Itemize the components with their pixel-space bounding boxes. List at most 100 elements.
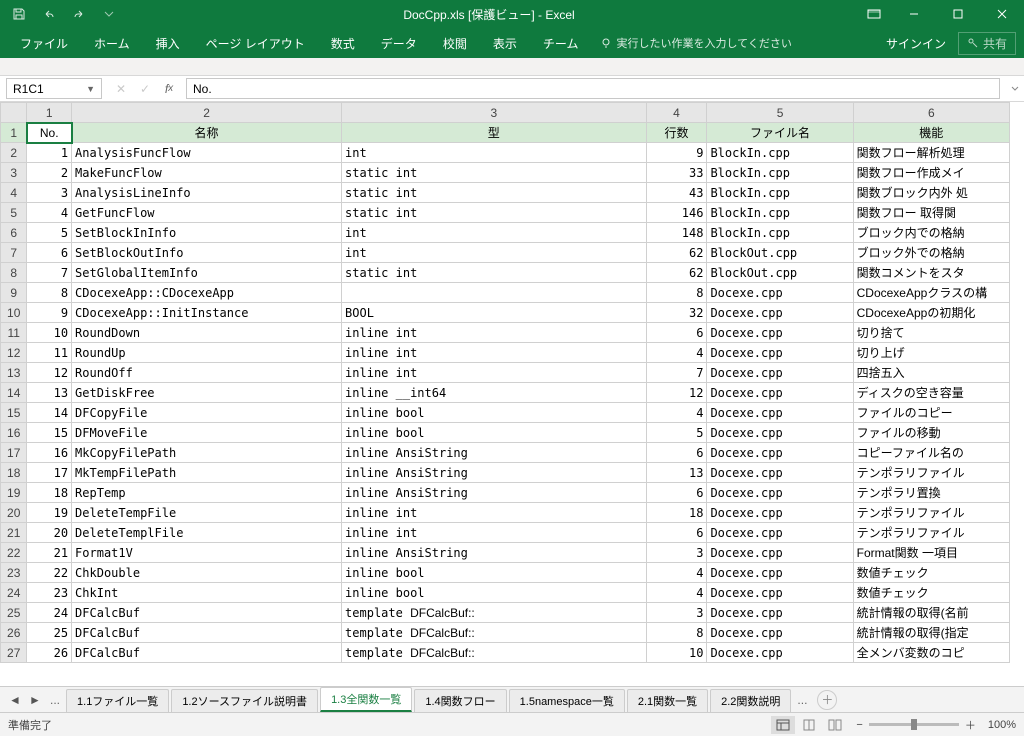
cell-name[interactable]: RepTemp: [72, 483, 342, 503]
cell-name[interactable]: SetBlockInInfo: [72, 223, 342, 243]
col-header-3[interactable]: 3: [342, 103, 647, 123]
cell-name[interactable]: DFCopyFile: [72, 403, 342, 423]
cell-desc[interactable]: 関数フロー 取得関: [853, 203, 1009, 223]
cell-name[interactable]: MakeFuncFlow: [72, 163, 342, 183]
cell-file[interactable]: Docexe.cpp: [707, 323, 853, 343]
row-header-18[interactable]: 18: [1, 463, 27, 483]
cell-file[interactable]: Docexe.cpp: [707, 623, 853, 643]
cell-type[interactable]: int: [342, 143, 647, 163]
cell-desc[interactable]: ディスクの空き容量: [853, 383, 1009, 403]
sheet-tab[interactable]: 1.4関数フロー: [414, 689, 506, 712]
cell-lines[interactable]: 4: [646, 343, 707, 363]
cell-name[interactable]: DFCalcBuf: [72, 603, 342, 623]
signin-link[interactable]: サインイン: [886, 35, 946, 52]
select-all-corner[interactable]: [1, 103, 27, 123]
cell-name[interactable]: Format1V: [72, 543, 342, 563]
cell-desc[interactable]: コピーファイル名の: [853, 443, 1009, 463]
row-header-11[interactable]: 11: [1, 323, 27, 343]
cell-no[interactable]: 18: [27, 483, 72, 503]
formula-expand-icon[interactable]: [1006, 76, 1024, 101]
cell-lines[interactable]: 146: [646, 203, 707, 223]
cell-desc[interactable]: テンポラリファイル: [853, 463, 1009, 483]
row-header-20[interactable]: 20: [1, 503, 27, 523]
row-header-19[interactable]: 19: [1, 483, 27, 503]
view-page-break-icon[interactable]: [823, 716, 847, 734]
table-row[interactable]: 2726DFCalcBuftemplate DFCalcBuf::10Docex…: [1, 643, 1010, 663]
cell-lines[interactable]: 6: [646, 323, 707, 343]
cell-desc[interactable]: テンポラリファイル: [853, 503, 1009, 523]
row-header-16[interactable]: 16: [1, 423, 27, 443]
cell-type[interactable]: inline int: [342, 503, 647, 523]
cell-desc[interactable]: ファイルの移動: [853, 423, 1009, 443]
header-cell-3[interactable]: 行数: [646, 123, 707, 143]
cell-name[interactable]: DeleteTemplFile: [72, 523, 342, 543]
cell-type[interactable]: BOOL: [342, 303, 647, 323]
sheet-overflow-left[interactable]: ...: [46, 693, 64, 707]
row-header-24[interactable]: 24: [1, 583, 27, 603]
cell-name[interactable]: RoundOff: [72, 363, 342, 383]
cell-type[interactable]: int: [342, 223, 647, 243]
close-icon[interactable]: [980, 0, 1024, 28]
cell-desc[interactable]: Format関数 一項目: [853, 543, 1009, 563]
cell-lines[interactable]: 62: [646, 243, 707, 263]
cell-type[interactable]: inline bool: [342, 563, 647, 583]
table-row[interactable]: 76SetBlockOutInfoint62BlockOut.cppブロック外で…: [1, 243, 1010, 263]
cell-lines[interactable]: 13: [646, 463, 707, 483]
cell-name[interactable]: RoundUp: [72, 343, 342, 363]
zoom-value[interactable]: 100%: [988, 719, 1016, 731]
table-row[interactable]: 1716MkCopyFilePathinline AnsiString6Doce…: [1, 443, 1010, 463]
row-header-1[interactable]: 1: [1, 123, 27, 143]
cell-no[interactable]: 19: [27, 503, 72, 523]
table-row[interactable]: 54GetFuncFlowstatic int146BlockIn.cpp関数フ…: [1, 203, 1010, 223]
tab-layout[interactable]: ページ レイアウト: [194, 29, 317, 58]
maximize-icon[interactable]: [936, 0, 980, 28]
chevron-down-icon[interactable]: ▼: [86, 84, 95, 94]
cell-name[interactable]: DFMoveFile: [72, 423, 342, 443]
cell-lines[interactable]: 4: [646, 583, 707, 603]
cell-lines[interactable]: 6: [646, 483, 707, 503]
cell-lines[interactable]: 148: [646, 223, 707, 243]
spreadsheet-table[interactable]: 1234561No.名称型行数ファイル名機能21AnalysisFuncFlow…: [0, 102, 1010, 663]
ribbon-options-icon[interactable]: [856, 0, 892, 28]
cell-no[interactable]: 10: [27, 323, 72, 343]
table-row[interactable]: 2423ChkIntinline bool4Docexe.cpp数値チェック: [1, 583, 1010, 603]
cell-type[interactable]: inline AnsiString: [342, 483, 647, 503]
cell-file[interactable]: Docexe.cpp: [707, 543, 853, 563]
cell-file[interactable]: BlockIn.cpp: [707, 163, 853, 183]
cell-type[interactable]: static int: [342, 203, 647, 223]
cell-name[interactable]: GetFuncFlow: [72, 203, 342, 223]
row-header-5[interactable]: 5: [1, 203, 27, 223]
cell-no[interactable]: 9: [27, 303, 72, 323]
header-cell-1[interactable]: 名称: [72, 123, 342, 143]
header-cell-2[interactable]: 型: [342, 123, 647, 143]
table-row[interactable]: 109CDocexeApp::InitInstanceBOOL32Docexe.…: [1, 303, 1010, 323]
tab-team[interactable]: チーム: [531, 29, 591, 58]
cell-desc[interactable]: 全メンバ変数のコピ: [853, 643, 1009, 663]
zoom-in-button[interactable]: ＋: [965, 717, 976, 733]
cell-lines[interactable]: 12: [646, 383, 707, 403]
sheet-tab[interactable]: 1.1ファイル一覧: [66, 689, 169, 712]
table-row[interactable]: 2221Format1Vinline AnsiString3Docexe.cpp…: [1, 543, 1010, 563]
cell-file[interactable]: Docexe.cpp: [707, 463, 853, 483]
minimize-icon[interactable]: [892, 0, 936, 28]
cell-desc[interactable]: 関数フロー作成メイ: [853, 163, 1009, 183]
cell-file[interactable]: Docexe.cpp: [707, 423, 853, 443]
tell-me[interactable]: 実行したい作業を入力してください: [600, 35, 791, 51]
grid[interactable]: 1234561No.名称型行数ファイル名機能21AnalysisFuncFlow…: [0, 102, 1024, 686]
cell-file[interactable]: Docexe.cpp: [707, 583, 853, 603]
table-row[interactable]: 98CDocexeApp::CDocexeApp8Docexe.cppCDoce…: [1, 283, 1010, 303]
cell-lines[interactable]: 6: [646, 523, 707, 543]
header-cell-0[interactable]: No.: [27, 123, 72, 143]
cell-type[interactable]: inline int: [342, 523, 647, 543]
row-header-6[interactable]: 6: [1, 223, 27, 243]
cell-lines[interactable]: 4: [646, 403, 707, 423]
cell-type[interactable]: inline AnsiString: [342, 463, 647, 483]
cell-desc[interactable]: 統計情報の取得(指定: [853, 623, 1009, 643]
cell-type[interactable]: inline bool: [342, 583, 647, 603]
cell-lines[interactable]: 5: [646, 423, 707, 443]
table-row[interactable]: 2524DFCalcBuftemplate DFCalcBuf::3Docexe…: [1, 603, 1010, 623]
cell-no[interactable]: 21: [27, 543, 72, 563]
row-header-27[interactable]: 27: [1, 643, 27, 663]
cancel-icon[interactable]: ✕: [110, 79, 132, 99]
table-row[interactable]: 1413GetDiskFreeinline __int6412Docexe.cp…: [1, 383, 1010, 403]
